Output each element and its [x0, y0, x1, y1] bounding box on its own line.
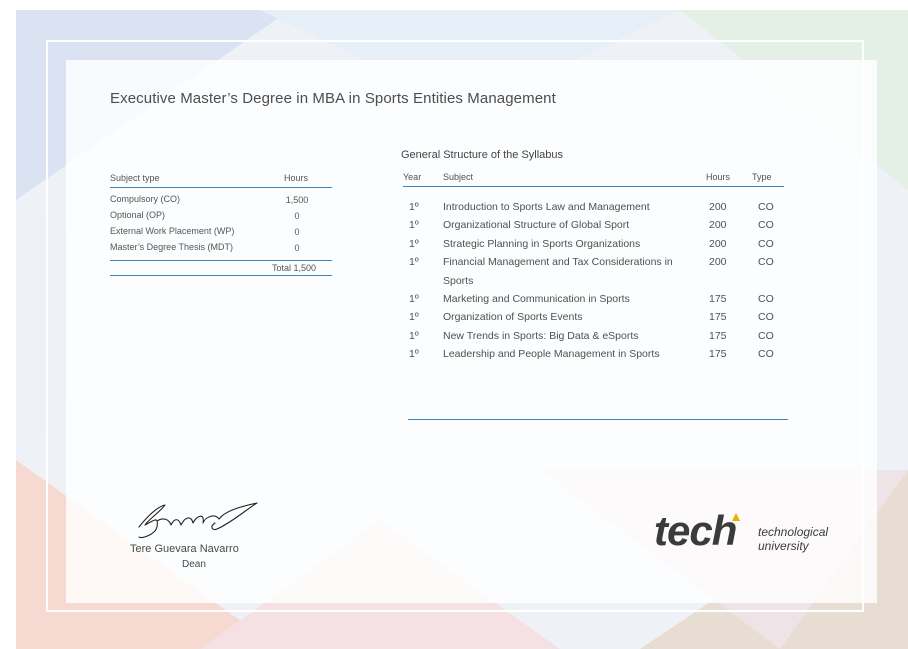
syllabus-header: Year Subject Hours Type [403, 170, 784, 187]
syllabus-row-year: 1º [409, 311, 419, 324]
syllabus-title: General Structure of the Syllabus [401, 149, 564, 161]
syllabus-row: 1º Marketing and Communication in Sports… [403, 290, 784, 308]
summary-row-type: External Work Placement (WP) [110, 226, 235, 236]
syllabus-row-subject: Leadership and People Management in Spor… [443, 348, 660, 361]
syllabus-row-hours: 175 [709, 329, 727, 342]
syllabus-row-hours: 175 [709, 311, 727, 324]
summary-row-type: Compulsory (CO) [110, 194, 181, 204]
syllabus-header-type: Type [752, 172, 772, 182]
summary-header-hours: Hours [284, 173, 309, 183]
summary-row-type: Optional (OP) [110, 210, 166, 220]
summary-total-row: Total 1,500 [110, 260, 332, 276]
logo-tagline: technological university [758, 525, 828, 553]
syllabus-row-type: CO [758, 219, 774, 232]
syllabus-row-hours: 200 [709, 201, 727, 213]
summary-row: Optional (OP) 0 [110, 206, 332, 222]
syllabus-row-subject: Strategic Planning in Sports Organizatio… [443, 237, 641, 250]
syllabus-row-type: CO [758, 329, 774, 342]
signer-name: Tere Guevara Navarro [130, 543, 239, 555]
summary-row-hours: 0 [294, 243, 300, 253]
syllabus-row-hours: 200 [709, 219, 727, 232]
summary-row: Compulsory (CO) 1,500 [110, 190, 332, 206]
syllabus-row-type: CO [758, 311, 774, 324]
logo-tagline-line2: university [758, 539, 809, 553]
logo-wordmark: tech [654, 507, 737, 554]
summary-header-subject-type: Subject type [110, 173, 160, 183]
syllabus-row-type: CO [758, 237, 774, 250]
syllabus-row-year: 1º [409, 348, 419, 361]
summary-row-hours: 0 [294, 211, 300, 221]
summary-row-hours: 0 [294, 227, 300, 237]
syllabus-row-subject: Financial Management and Tax Considerati… [443, 256, 673, 287]
syllabus-bottom-rule [408, 419, 788, 420]
syllabus-row: 1º Leadership and People Management in S… [403, 345, 784, 363]
syllabus-row-year: 1º [409, 293, 419, 306]
syllabus-row: 1º Organizational Structure of Global Sp… [403, 216, 784, 234]
logo-dot-icon [732, 513, 740, 521]
syllabus-row: 1º Financial Management and Tax Consider… [403, 253, 784, 290]
tech-university-logo: tech technological university [654, 508, 844, 564]
syllabus-row-year: 1º [409, 219, 419, 232]
syllabus-row: 1º Organization of Sports Events 175 CO [403, 308, 784, 326]
syllabus-row-subject: Organizational Structure of Global Sport [443, 219, 630, 232]
syllabus-row-hours: 175 [709, 293, 727, 306]
syllabus-row: 1º New Trends in Sports: Big Data & eSpo… [403, 327, 784, 345]
syllabus-row-year: 1º [409, 201, 419, 213]
syllabus-row: 1º Strategic Planning in Sports Organiza… [403, 235, 784, 253]
syllabus-row-year: 1º [409, 256, 419, 269]
syllabus-header-year: Year [403, 172, 422, 182]
syllabus-row-type: CO [758, 201, 774, 213]
syllabus-row-year: 1º [409, 237, 419, 250]
summary-row: External Work Placement (WP) 0 [110, 222, 332, 238]
summary-row: Master’s Degree Thesis (MDT) 0 [110, 238, 332, 254]
syllabus-body: 1º Introduction to Sports Law and Manage… [403, 187, 784, 364]
logo-tagline-line1: technological [758, 525, 829, 539]
syllabus-header-subject: Subject [443, 172, 474, 182]
syllabus-header-hours: Hours [706, 172, 731, 182]
summary-row-hours: 1,500 [285, 195, 309, 205]
document-title: Executive Master’s Degree in MBA in Spor… [110, 90, 556, 107]
syllabus-row-type: CO [758, 348, 774, 361]
signer-role: Dean [182, 559, 206, 570]
syllabus-row-hours: 175 [709, 348, 727, 361]
syllabus-row-hours: 200 [709, 237, 727, 250]
syllabus-row-subject: Marketing and Communication in Sports [443, 293, 630, 306]
syllabus-row-subject: Introduction to Sports Law and Managemen… [443, 201, 650, 213]
syllabus-table: Year Subject Hours Type 1º Introduction … [403, 170, 784, 364]
summary-header: Subject type Hours [110, 171, 332, 188]
syllabus-row-year: 1º [409, 329, 419, 342]
syllabus-row-type: CO [758, 256, 774, 269]
syllabus-row-type: CO [758, 293, 774, 306]
syllabus-row-hours: 200 [709, 256, 727, 269]
subject-type-summary-table: Subject type Hours Compulsory (CO) 1,500… [110, 171, 332, 276]
syllabus-row-subject: New Trends in Sports: Big Data & eSports [443, 329, 639, 342]
summary-total: Total 1,500 [272, 263, 317, 273]
summary-row-type: Master’s Degree Thesis (MDT) [110, 242, 234, 252]
handwritten-signature [138, 502, 258, 539]
syllabus-row: 1º Introduction to Sports Law and Manage… [403, 198, 784, 216]
syllabus-row-subject: Organization of Sports Events [443, 311, 583, 324]
